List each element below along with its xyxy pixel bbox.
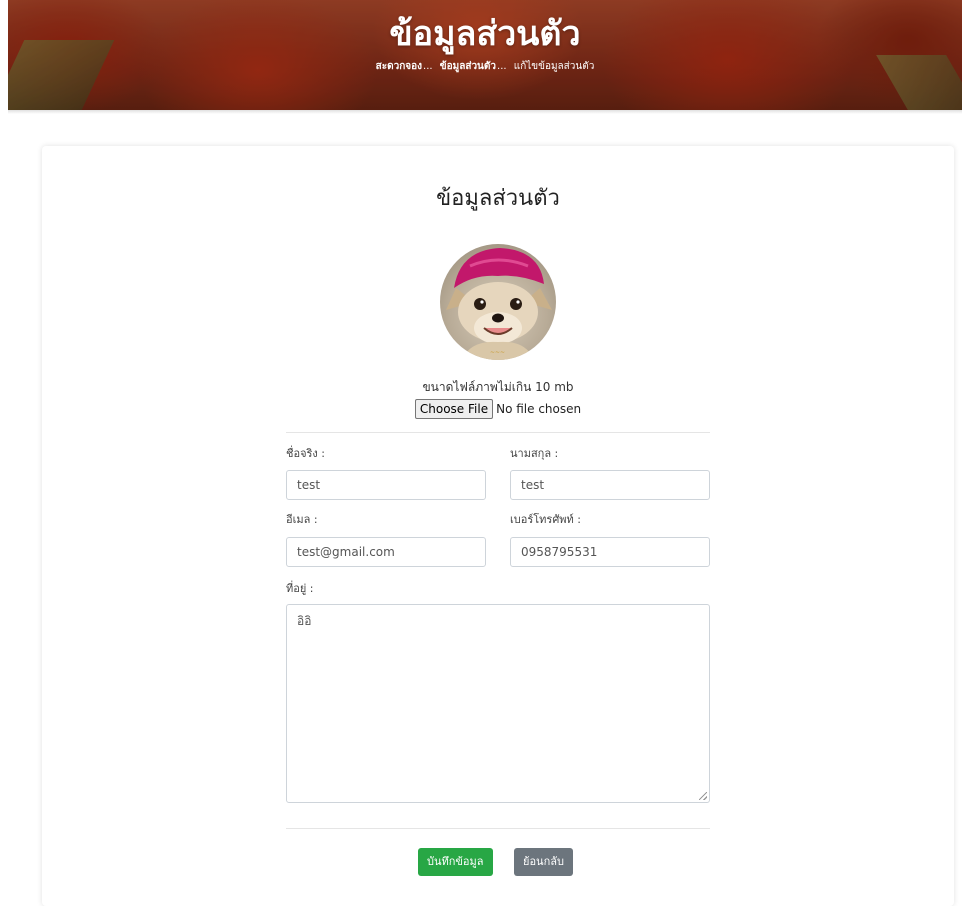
- address-textarea[interactable]: อิอิ: [286, 604, 710, 803]
- choose-file-button[interactable]: Choose File: [414, 398, 494, 419]
- last-name-label: นามสกุล :: [510, 447, 559, 460]
- breadcrumb-item-home[interactable]: สะดวกจอง: [376, 60, 422, 74]
- first-name-label: ชื่อจริง :: [286, 447, 325, 460]
- avatar: ~~~: [440, 244, 556, 360]
- svg-text:~~~: ~~~: [490, 349, 505, 356]
- email-label: อีเมล :: [286, 513, 318, 526]
- breadcrumb-separator: ...: [423, 61, 433, 72]
- breadcrumb-separator: ...: [497, 61, 507, 72]
- dog-avatar-image: ~~~: [446, 248, 552, 360]
- email-input[interactable]: test@gmail.com: [286, 537, 486, 567]
- divider: [286, 828, 710, 829]
- breadcrumb-item-edit-profile: แก้ไขข้อมูลส่วนตัว: [513, 61, 595, 72]
- address-label: ที่อยู่ :: [286, 582, 314, 595]
- upload-size-note: ขนาดไฟล์ภาพไม่เกิน 10 mb: [422, 380, 574, 394]
- divider: [286, 432, 710, 433]
- first-name-input[interactable]: test: [286, 470, 486, 500]
- address-value: อิอิ: [297, 614, 312, 628]
- save-button[interactable]: บันทึกข้อมูล: [418, 848, 493, 876]
- phone-input[interactable]: 0958795531: [510, 537, 710, 567]
- hero-banner: ข้อมูลส่วนตัว สะดวกจอง... ข้อมูลส่วนตัว.…: [8, 0, 962, 110]
- breadcrumb-item-profile[interactable]: ข้อมูลส่วนตัว: [440, 60, 496, 74]
- file-input: Choose File No file chosen: [42, 398, 954, 419]
- page-title: ข้อมูลส่วนตัว: [389, 14, 581, 54]
- card-title: ข้อมูลส่วนตัว: [436, 186, 560, 211]
- phone-label: เบอร์โทรศัพท์ :: [510, 513, 582, 526]
- last-name-input[interactable]: test: [510, 470, 710, 500]
- file-status: No file chosen: [496, 401, 582, 416]
- back-button[interactable]: ย้อนกลับ: [514, 848, 573, 876]
- profile-card: ข้อมูลส่วนตัว ~~~ ขนาดไฟล์ภาพไม่เกิน 10 …: [42, 146, 954, 906]
- breadcrumb: สะดวกจอง... ข้อมูลส่วนตัว... แก้ไขข้อมูล…: [8, 60, 962, 74]
- resize-handle-icon[interactable]: [699, 792, 707, 800]
